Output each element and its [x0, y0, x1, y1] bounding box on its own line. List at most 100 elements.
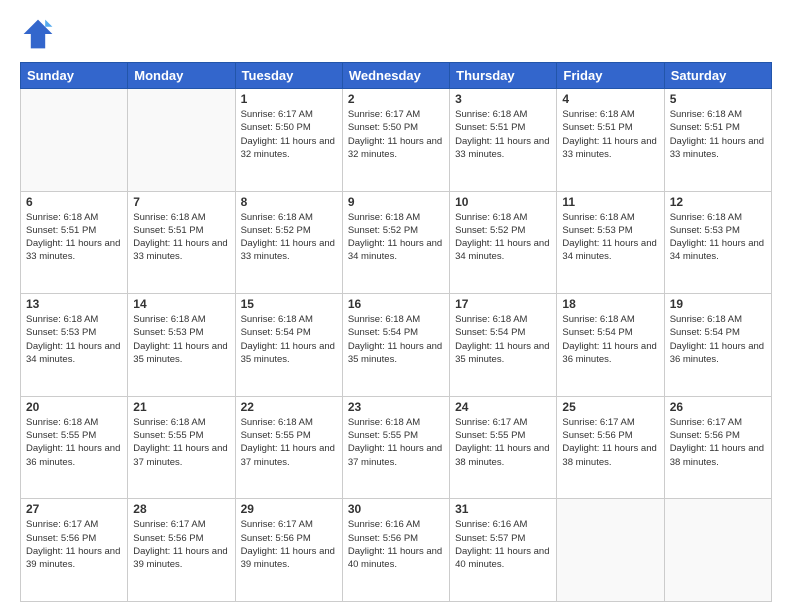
- calendar-cell: 3 Sunrise: 6:18 AM Sunset: 5:51 PM Daylig…: [450, 89, 557, 192]
- day-number: 20: [26, 400, 122, 414]
- calendar-cell: 10 Sunrise: 6:18 AM Sunset: 5:52 PM Dayli…: [450, 191, 557, 294]
- day-info: Sunrise: 6:18 AM Sunset: 5:51 PM Dayligh…: [562, 108, 658, 161]
- day-number: 28: [133, 502, 229, 516]
- day-info: Sunrise: 6:18 AM Sunset: 5:55 PM Dayligh…: [133, 416, 229, 469]
- col-header-saturday: Saturday: [664, 63, 771, 89]
- calendar-cell: 26 Sunrise: 6:17 AM Sunset: 5:56 PM Dayli…: [664, 396, 771, 499]
- week-row-3: 13 Sunrise: 6:18 AM Sunset: 5:53 PM Dayli…: [21, 294, 772, 397]
- calendar-cell: 19 Sunrise: 6:18 AM Sunset: 5:54 PM Dayli…: [664, 294, 771, 397]
- day-info: Sunrise: 6:17 AM Sunset: 5:56 PM Dayligh…: [670, 416, 766, 469]
- day-number: 11: [562, 195, 658, 209]
- col-header-tuesday: Tuesday: [235, 63, 342, 89]
- calendar-header-row: SundayMondayTuesdayWednesdayThursdayFrid…: [21, 63, 772, 89]
- day-number: 10: [455, 195, 551, 209]
- calendar-cell: [128, 89, 235, 192]
- day-number: 2: [348, 92, 444, 106]
- day-number: 25: [562, 400, 658, 414]
- calendar-cell: 17 Sunrise: 6:18 AM Sunset: 5:54 PM Dayli…: [450, 294, 557, 397]
- day-info: Sunrise: 6:18 AM Sunset: 5:51 PM Dayligh…: [670, 108, 766, 161]
- calendar-cell: 21 Sunrise: 6:18 AM Sunset: 5:55 PM Dayli…: [128, 396, 235, 499]
- calendar-cell: 1Sunrise: 6:17 AM Sunset: 5:50 PM Daylig…: [235, 89, 342, 192]
- calendar-cell: 2 Sunrise: 6:17 AM Sunset: 5:50 PM Daylig…: [342, 89, 449, 192]
- day-number: 15: [241, 297, 337, 311]
- day-number: 4: [562, 92, 658, 106]
- calendar-cell: 22 Sunrise: 6:18 AM Sunset: 5:55 PM Dayli…: [235, 396, 342, 499]
- day-info: Sunrise: 6:18 AM Sunset: 5:54 PM Dayligh…: [562, 313, 658, 366]
- day-number: 8: [241, 195, 337, 209]
- day-info: Sunrise: 6:18 AM Sunset: 5:53 PM Dayligh…: [133, 313, 229, 366]
- calendar-cell: 11Sunrise: 6:18 AM Sunset: 5:53 PM Dayli…: [557, 191, 664, 294]
- week-row-4: 20 Sunrise: 6:18 AM Sunset: 5:55 PM Dayli…: [21, 396, 772, 499]
- day-info: Sunrise: 6:18 AM Sunset: 5:55 PM Dayligh…: [241, 416, 337, 469]
- day-number: 27: [26, 502, 122, 516]
- day-info: Sunrise: 6:18 AM Sunset: 5:52 PM Dayligh…: [348, 211, 444, 264]
- col-header-wednesday: Wednesday: [342, 63, 449, 89]
- day-number: 18: [562, 297, 658, 311]
- day-info: Sunrise: 6:18 AM Sunset: 5:52 PM Dayligh…: [455, 211, 551, 264]
- calendar-cell: 8 Sunrise: 6:18 AM Sunset: 5:52 PM Daylig…: [235, 191, 342, 294]
- calendar-cell: 13 Sunrise: 6:18 AM Sunset: 5:53 PM Dayli…: [21, 294, 128, 397]
- day-number: 17: [455, 297, 551, 311]
- calendar-cell: [557, 499, 664, 602]
- calendar-cell: 15 Sunrise: 6:18 AM Sunset: 5:54 PM Dayli…: [235, 294, 342, 397]
- day-info: Sunrise: 6:17 AM Sunset: 5:56 PM Dayligh…: [133, 518, 229, 571]
- day-info: Sunrise: 6:18 AM Sunset: 5:54 PM Dayligh…: [670, 313, 766, 366]
- calendar-cell: 6 Sunrise: 6:18 AM Sunset: 5:51 PM Daylig…: [21, 191, 128, 294]
- calendar-cell: 18 Sunrise: 6:18 AM Sunset: 5:54 PM Dayli…: [557, 294, 664, 397]
- day-number: 24: [455, 400, 551, 414]
- day-number: 31: [455, 502, 551, 516]
- day-info: Sunrise: 6:17 AM Sunset: 5:50 PM Dayligh…: [241, 108, 337, 161]
- day-number: 30: [348, 502, 444, 516]
- day-info: Sunrise: 6:18 AM Sunset: 5:54 PM Dayligh…: [348, 313, 444, 366]
- calendar-cell: 24 Sunrise: 6:17 AM Sunset: 5:55 PM Dayli…: [450, 396, 557, 499]
- day-info: Sunrise: 6:18 AM Sunset: 5:55 PM Dayligh…: [26, 416, 122, 469]
- calendar-cell: 4 Sunrise: 6:18 AM Sunset: 5:51 PM Daylig…: [557, 89, 664, 192]
- day-number: 3: [455, 92, 551, 106]
- day-info: Sunrise: 6:18 AM Sunset: 5:52 PM Dayligh…: [241, 211, 337, 264]
- day-info: Sunrise: 6:18 AM Sunset: 5:54 PM Dayligh…: [455, 313, 551, 366]
- day-number: 14: [133, 297, 229, 311]
- day-number: 6: [26, 195, 122, 209]
- day-info: Sunrise: 6:17 AM Sunset: 5:55 PM Dayligh…: [455, 416, 551, 469]
- day-info: Sunrise: 6:16 AM Sunset: 5:57 PM Dayligh…: [455, 518, 551, 571]
- day-number: 16: [348, 297, 444, 311]
- calendar-cell: 31 Sunrise: 6:16 AM Sunset: 5:57 PM Dayli…: [450, 499, 557, 602]
- day-info: Sunrise: 6:18 AM Sunset: 5:53 PM Dayligh…: [26, 313, 122, 366]
- day-number: 21: [133, 400, 229, 414]
- page: SundayMondayTuesdayWednesdayThursdayFrid…: [0, 0, 792, 612]
- day-number: 22: [241, 400, 337, 414]
- calendar-cell: 25Sunrise: 6:17 AM Sunset: 5:56 PM Dayli…: [557, 396, 664, 499]
- day-number: 19: [670, 297, 766, 311]
- day-info: Sunrise: 6:18 AM Sunset: 5:55 PM Dayligh…: [348, 416, 444, 469]
- day-info: Sunrise: 6:16 AM Sunset: 5:56 PM Dayligh…: [348, 518, 444, 571]
- day-info: Sunrise: 6:18 AM Sunset: 5:51 PM Dayligh…: [26, 211, 122, 264]
- day-number: 7: [133, 195, 229, 209]
- col-header-monday: Monday: [128, 63, 235, 89]
- col-header-sunday: Sunday: [21, 63, 128, 89]
- day-info: Sunrise: 6:17 AM Sunset: 5:56 PM Dayligh…: [241, 518, 337, 571]
- calendar-cell: 28 Sunrise: 6:17 AM Sunset: 5:56 PM Dayli…: [128, 499, 235, 602]
- day-info: Sunrise: 6:18 AM Sunset: 5:53 PM Dayligh…: [670, 211, 766, 264]
- calendar-cell: 20 Sunrise: 6:18 AM Sunset: 5:55 PM Dayli…: [21, 396, 128, 499]
- calendar-cell: 14 Sunrise: 6:18 AM Sunset: 5:53 PM Dayli…: [128, 294, 235, 397]
- calendar-table: SundayMondayTuesdayWednesdayThursdayFrid…: [20, 62, 772, 602]
- day-info: Sunrise: 6:17 AM Sunset: 5:56 PM Dayligh…: [26, 518, 122, 571]
- day-number: 29: [241, 502, 337, 516]
- calendar-cell: 29 Sunrise: 6:17 AM Sunset: 5:56 PM Dayli…: [235, 499, 342, 602]
- calendar-cell: 5Sunrise: 6:18 AM Sunset: 5:51 PM Daylig…: [664, 89, 771, 192]
- day-number: 26: [670, 400, 766, 414]
- calendar-cell: 16 Sunrise: 6:18 AM Sunset: 5:54 PM Dayli…: [342, 294, 449, 397]
- header: [20, 16, 772, 52]
- calendar-cell: 30 Sunrise: 6:16 AM Sunset: 5:56 PM Dayli…: [342, 499, 449, 602]
- day-info: Sunrise: 6:17 AM Sunset: 5:50 PM Dayligh…: [348, 108, 444, 161]
- day-number: 13: [26, 297, 122, 311]
- day-info: Sunrise: 6:18 AM Sunset: 5:51 PM Dayligh…: [133, 211, 229, 264]
- week-row-1: 1Sunrise: 6:17 AM Sunset: 5:50 PM Daylig…: [21, 89, 772, 192]
- calendar-cell: 7 Sunrise: 6:18 AM Sunset: 5:51 PM Daylig…: [128, 191, 235, 294]
- day-info: Sunrise: 6:18 AM Sunset: 5:54 PM Dayligh…: [241, 313, 337, 366]
- week-row-5: 27 Sunrise: 6:17 AM Sunset: 5:56 PM Dayli…: [21, 499, 772, 602]
- calendar-cell: 12 Sunrise: 6:18 AM Sunset: 5:53 PM Dayli…: [664, 191, 771, 294]
- calendar-cell: [21, 89, 128, 192]
- day-number: 12: [670, 195, 766, 209]
- day-info: Sunrise: 6:18 AM Sunset: 5:51 PM Dayligh…: [455, 108, 551, 161]
